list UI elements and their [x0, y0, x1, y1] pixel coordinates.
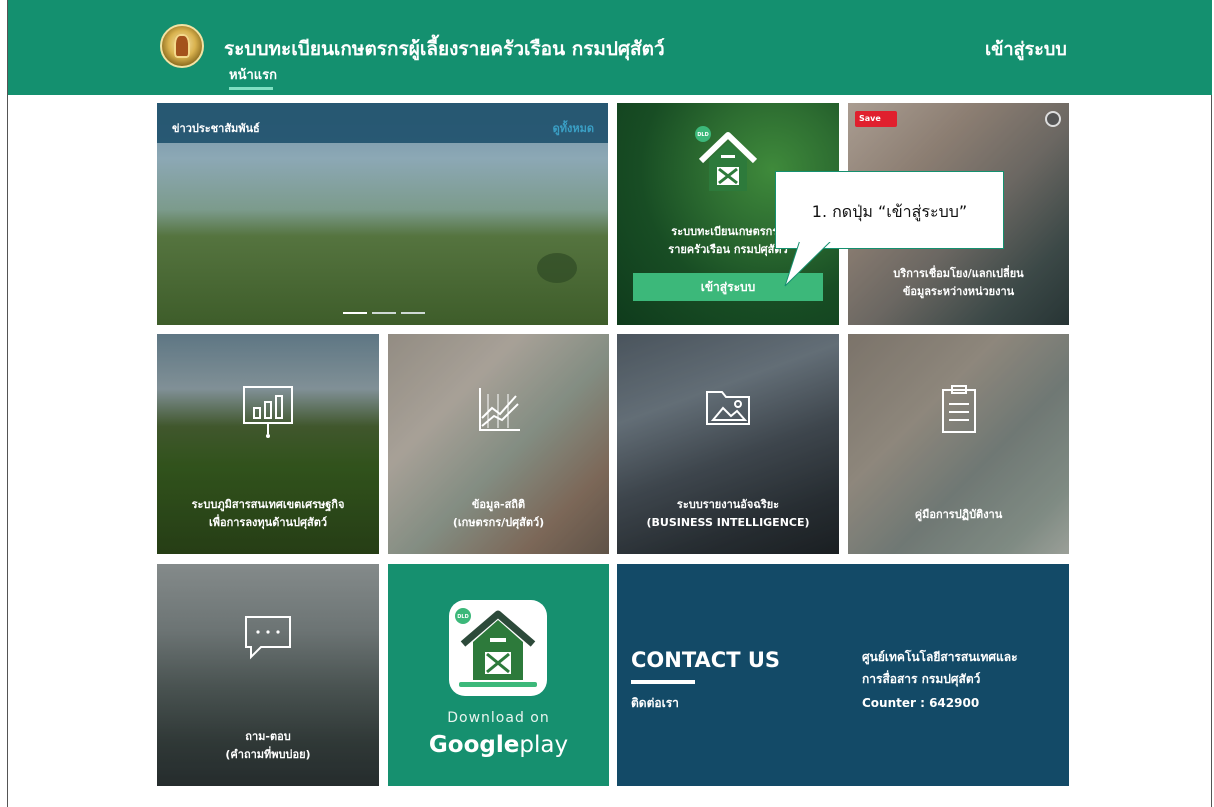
nav-home-link[interactable]: หน้าแรก [229, 64, 277, 85]
line-chart-icon [478, 388, 520, 431]
dld-badge: DLD [457, 614, 469, 620]
bar-chart-icon [243, 386, 293, 438]
manual-label: คู่มือการปฏิบัติงาน [914, 508, 1003, 521]
login-link[interactable]: เข้าสู่ระบบ [985, 34, 1067, 63]
department-logo[interactable] [160, 24, 204, 68]
news-view-all-link[interactable]: ดูทั้งหมด [553, 119, 594, 137]
news-carousel[interactable]: ข่าวประชาสัมพันธ์ ดูทั้งหมด [157, 103, 608, 325]
data-exchange-label: บริการเชื่อมโยง/แลกเปลี่ยน ข้อมูลระหว่าง… [848, 265, 1069, 301]
dld-badge: DLD [697, 132, 709, 138]
instruction-callout: 1. กดปุ่ม “เข้าสู่ระบบ” [775, 171, 1004, 249]
carousel-indicators [343, 299, 430, 318]
organization-line1: ศูนย์เทคโนโลยีสารสนเทศและ [862, 650, 1018, 664]
nav-active-indicator [229, 87, 273, 90]
faq-label-line1: ถาม-ตอบ [245, 730, 291, 743]
contact-tile: CONTACT US ติดต่อเรา ศูนย์เทคโนโลยีสารสน… [617, 564, 1069, 786]
barn-icon: DLD [695, 126, 758, 191]
statistics-label: ข้อมูล-สถิติ (เกษตรกร/ปศุสัตว์) [388, 496, 609, 532]
download-on-text: Download on [447, 710, 550, 726]
contact-title: CONTACT US [631, 648, 781, 672]
carousel-dot-3[interactable] [401, 312, 425, 314]
contact-divider [631, 680, 695, 684]
site-title[interactable]: ระบบทะเบียนเกษตรกรผู้เลี้ยงรายครัวเรือน … [224, 34, 665, 64]
statistics-label-line2: (เกษตรกร/ปศุสัตว์) [452, 516, 545, 529]
news-image-tree [537, 253, 577, 283]
expand-icon[interactable] [1045, 111, 1061, 127]
geo-economic-label: ระบบภูมิสารสนเทศเขตเศรษฐกิจ เพื่อการลงทุ… [157, 496, 379, 532]
business-intelligence-label-line2: (BUSINESS INTELLIGENCE) [646, 516, 810, 529]
business-intelligence-label: ระบบรายงานอัจฉริยะ (BUSINESS INTELLIGENC… [617, 496, 839, 532]
geo-economic-tile[interactable]: ระบบภูมิสารสนเทศเขตเศรษฐกิจ เพื่อการลงทุ… [157, 334, 379, 554]
mobile-app-tile[interactable]: DLD Download on Googleplay [388, 564, 609, 786]
business-intelligence-tile[interactable]: ระบบรายงานอัจฉริยะ (BUSINESS INTELLIGENC… [617, 334, 839, 554]
app-icon[interactable]: DLD [449, 600, 547, 696]
news-title: ข่าวประชาสัมพันธ์ [172, 122, 260, 135]
folder-image-icon [706, 391, 750, 425]
chat-bubble-icon [245, 616, 291, 660]
visitor-counter: Counter : 642900 [862, 696, 980, 710]
document-icon [941, 385, 976, 433]
statistics-tile[interactable]: ข้อมูล-สถิติ (เกษตรกร/ปศุสัตว์) [388, 334, 609, 554]
organization-line2: การสื่อสาร กรมปศุสัตว์ [862, 672, 981, 686]
data-exchange-label-line1: บริการเชื่อมโยง/แลกเปลี่ยน [893, 267, 1024, 280]
carousel-dot-2[interactable] [372, 312, 396, 314]
statistics-label-line1: ข้อมูล-สถิติ [471, 498, 526, 511]
faq-label-line2: (คำถามที่พบบ่อย) [225, 748, 311, 761]
carousel-dot-1[interactable] [343, 312, 367, 314]
google-play-link[interactable]: Googleplay [388, 732, 609, 758]
faq-label: ถาม-ตอบ (คำถามที่พบบ่อย) [157, 728, 379, 764]
barn-icon: DLD [455, 608, 537, 687]
google-play-brand: Google [428, 732, 520, 758]
geo-economic-label-line1: ระบบภูมิสารสนเทศเขตเศรษฐกิจ [191, 498, 345, 511]
organization-name: ศูนย์เทคโนโลยีสารสนเทศและ การสื่อสาร กรม… [862, 646, 1018, 690]
pinterest-save-button[interactable]: Save [855, 111, 897, 127]
data-exchange-label-line2: ข้อมูลระหว่างหน่วยงาน [902, 285, 1015, 298]
business-intelligence-label-line1: ระบบรายงานอัจฉริยะ [676, 498, 780, 511]
google-play-suffix: play [519, 732, 569, 758]
manual-tile[interactable]: คู่มือการปฏิบัติงาน [848, 334, 1069, 554]
geo-economic-label-line2: เพื่อการลงทุนด้านปศุสัตว์ [208, 516, 328, 529]
callout-text: 1. กดปุ่ม “เข้าสู่ระบบ” [811, 202, 968, 221]
contact-link[interactable]: ติดต่อเรา [631, 694, 679, 713]
faq-tile[interactable]: ถาม-ตอบ (คำถามที่พบบ่อย) [157, 564, 379, 786]
callout-pointer [784, 240, 833, 287]
